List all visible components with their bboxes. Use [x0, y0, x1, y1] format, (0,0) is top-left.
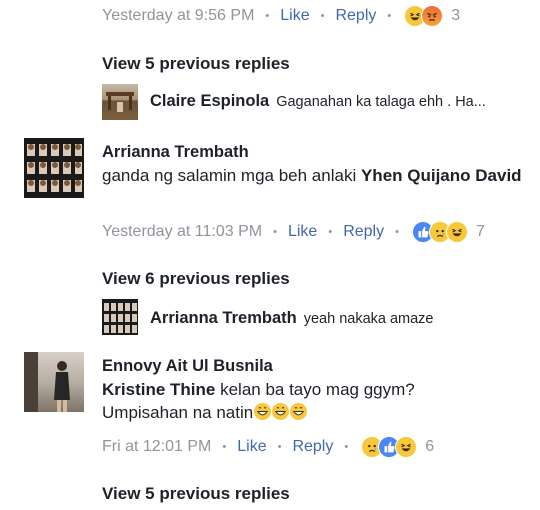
comment-body-line2: Umpisahan na natin — [102, 403, 254, 422]
like-button[interactable]: Like — [280, 7, 309, 25]
timestamp[interactable]: Yesterday at 9:56 PM — [102, 7, 254, 25]
view-previous-replies-link[interactable]: View 5 previous replies — [102, 54, 290, 74]
view-previous-replies-link[interactable]: View 6 previous replies — [102, 269, 290, 289]
comment-meta-row: Fri at 12:01 PM • Like • Reply • 6 — [102, 436, 434, 458]
reply-button[interactable]: Reply — [335, 7, 376, 25]
like-button[interactable]: Like — [288, 223, 317, 241]
reply-snippet: Gaganahan ka talaga ehh . Ha... — [276, 93, 486, 110]
view-previous-replies-link[interactable]: View 5 previous replies — [102, 484, 290, 504]
reply-snippet: yeah nakaka amaze — [303, 310, 434, 327]
comment-text: Kristine Thine kelan ba tayo mag ggym? U… — [102, 378, 522, 424]
comment-body: ganda ng salamin mga beh anlaki — [102, 166, 357, 185]
reaction-count: 6 — [425, 438, 435, 455]
reaction-summary[interactable] — [411, 221, 468, 243]
reply-author-name[interactable]: Arrianna Trembath — [150, 309, 297, 328]
reply-button[interactable]: Reply — [343, 223, 384, 241]
haha-icon — [445, 221, 468, 243]
separator-dot: • — [320, 10, 325, 22]
comment-body-line1: kelan ba tayo mag ggym? — [215, 380, 415, 399]
avatar[interactable] — [24, 138, 84, 198]
grinning-emoji-icon — [272, 403, 290, 420]
separator-dot: • — [222, 441, 227, 453]
grinning-emoji-icons — [253, 403, 308, 422]
separator-dot: • — [265, 10, 270, 22]
separator-dot: • — [277, 441, 282, 453]
tagged-user-link[interactable]: Kristine Thine — [102, 380, 215, 399]
separator-dot: • — [387, 10, 392, 22]
reaction-summary[interactable] — [404, 5, 444, 27]
separator-dot: • — [328, 226, 333, 238]
angry-icon — [421, 5, 444, 27]
reply-author-name[interactable]: Claire Espinola — [150, 92, 269, 111]
grinning-emoji-icon — [290, 403, 308, 420]
timestamp[interactable]: Yesterday at 11:03 PM — [102, 223, 262, 241]
haha-icon — [395, 436, 418, 458]
comment-author-name[interactable]: Ennovy Ait Ul Busnila — [102, 357, 273, 376]
timestamp[interactable]: Fri at 12:01 PM — [102, 438, 211, 456]
tagged-user-link[interactable]: Yhen Quijano David — [361, 166, 522, 185]
reaction-summary[interactable] — [361, 436, 418, 458]
comment-text: ganda ng salamin mga beh anlaki Yhen Qui… — [102, 164, 522, 187]
comment-meta-row: Yesterday at 9:56 PM • Like • Reply • 3 — [102, 5, 460, 27]
reply-preview[interactable]: Arrianna Trembath yeah nakaka amaze — [150, 309, 434, 328]
like-button[interactable]: Like — [237, 438, 266, 456]
reaction-count: 7 — [475, 223, 485, 240]
avatar[interactable] — [102, 299, 138, 335]
separator-dot: • — [395, 226, 399, 238]
separator-dot: • — [273, 226, 277, 238]
comment-author-name[interactable]: Arrianna Trembath — [102, 143, 249, 162]
separator-dot: • — [344, 441, 349, 453]
comment-meta-row: Yesterday at 11:03 PM • Like • Reply • 7 — [102, 221, 485, 243]
reaction-count: 3 — [451, 7, 461, 24]
avatar[interactable] — [102, 84, 138, 120]
grinning-emoji-icon — [254, 403, 272, 420]
reply-button[interactable]: Reply — [292, 438, 333, 456]
reply-preview[interactable]: Claire Espinola Gaganahan ka talaga ehh … — [150, 92, 486, 111]
avatar[interactable] — [24, 352, 84, 412]
